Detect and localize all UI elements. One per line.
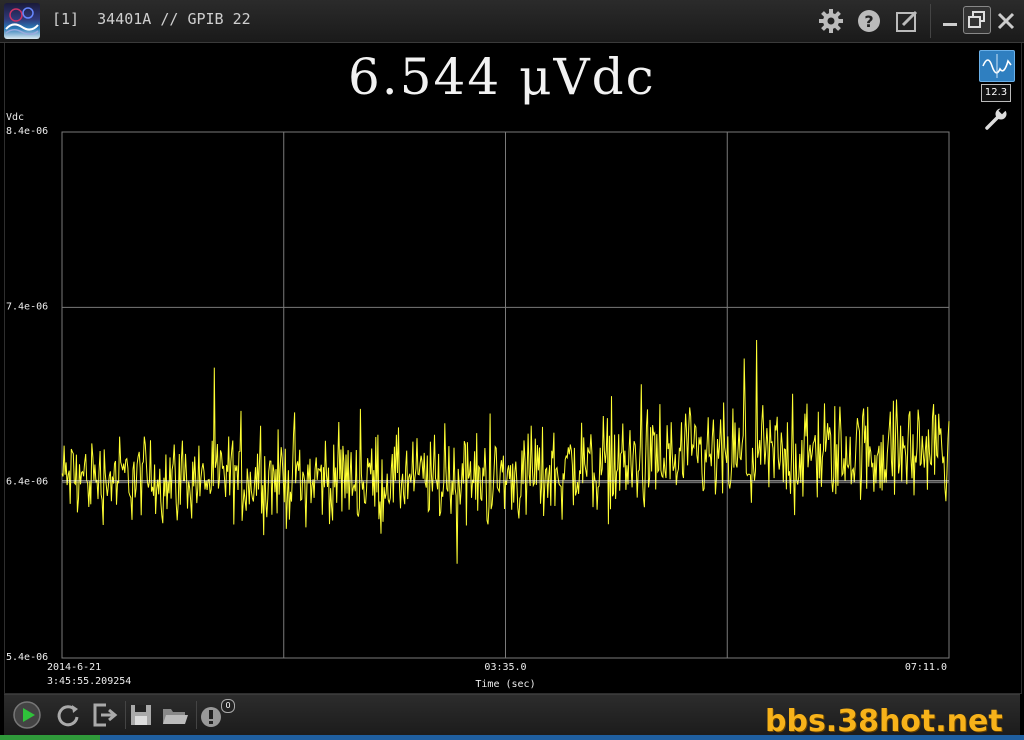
x-tick-label: 03:35.0 [484, 662, 526, 673]
x-axis-label: Time (sec) [475, 679, 535, 690]
x-tick-label: 3:45:55.209254 [47, 676, 131, 687]
status-strip-progress [0, 735, 100, 740]
y-axis-label: Vdc [6, 112, 24, 123]
status-strip [0, 735, 1024, 740]
y-tick-label: 8.4e-06 [6, 126, 48, 137]
alert-count-badge: 0 [221, 699, 235, 713]
y-tick-label: 7.4e-06 [6, 301, 48, 312]
watermark: bbs.38hot.net [765, 704, 1003, 739]
y-tick-label: 5.4e-06 [6, 652, 48, 663]
open-folder-icon[interactable] [160, 700, 190, 730]
trend-chart: 8.4e-06 7.4e-06 6.4e-06 5.4e-06 Vdc 2014-6-21… [6, 112, 950, 690]
save-icon[interactable] [126, 700, 156, 730]
refresh-icon[interactable] [53, 700, 83, 730]
play-icon[interactable] [12, 700, 42, 730]
x-tick-label: 07:11.0 [905, 662, 947, 673]
x-tick-label: 2014-6-21 [47, 662, 101, 673]
y-tick-label: 6.4e-06 [6, 477, 48, 488]
export-icon[interactable] [90, 700, 120, 730]
